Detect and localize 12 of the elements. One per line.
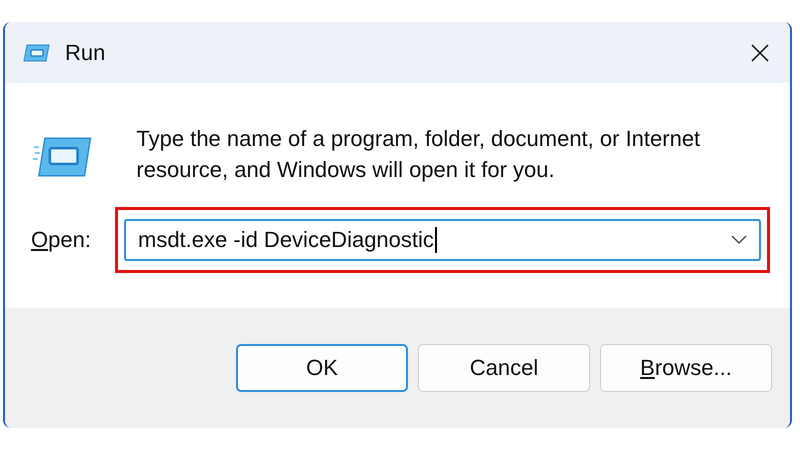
close-icon xyxy=(750,42,770,62)
dialog-button[interactable]: OK xyxy=(236,344,408,392)
chevron-down-icon[interactable] xyxy=(731,235,747,245)
window-title: Run xyxy=(65,40,106,66)
open-combo-box[interactable]: msdt.exe -id DeviceDiagnostic xyxy=(124,219,761,261)
run-app-icon xyxy=(33,135,92,179)
text-cursor xyxy=(434,227,437,253)
open-label: Open: xyxy=(31,227,92,253)
dialog-button[interactable]: Cancel xyxy=(418,344,590,392)
dialog-button[interactable]: Browse... xyxy=(600,344,772,392)
instruction-text: Type the name of a program, folder, document, or Internet resource, and Windows will open it for you. xyxy=(136,125,702,184)
run-app-icon xyxy=(23,42,51,62)
